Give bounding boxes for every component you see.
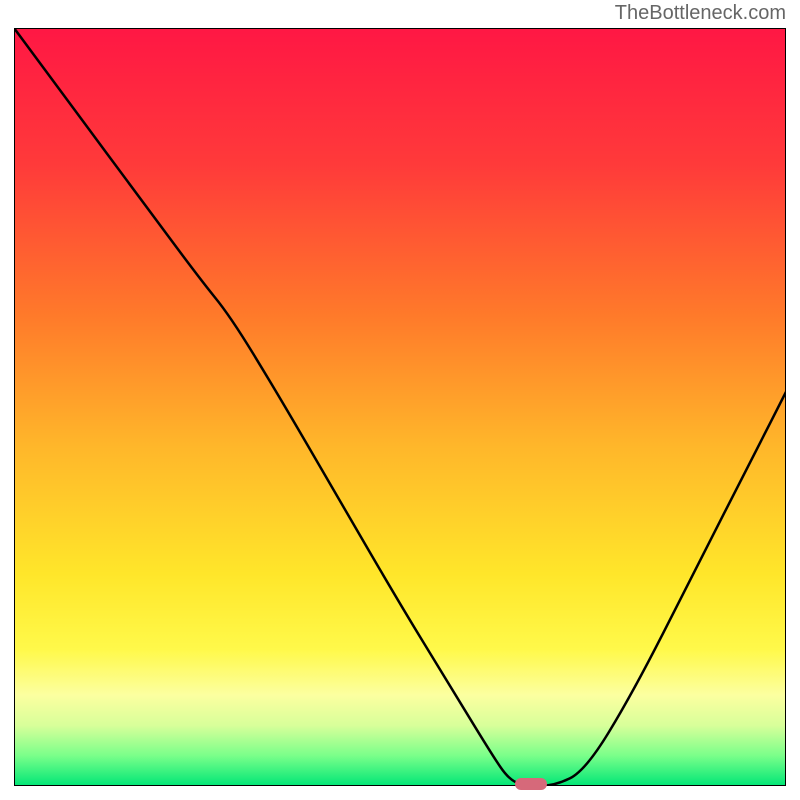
optimal-marker xyxy=(515,778,547,790)
bottleneck-curve xyxy=(14,28,786,786)
chart-container xyxy=(14,28,786,786)
watermark-text: TheBottleneck.com xyxy=(615,2,786,25)
